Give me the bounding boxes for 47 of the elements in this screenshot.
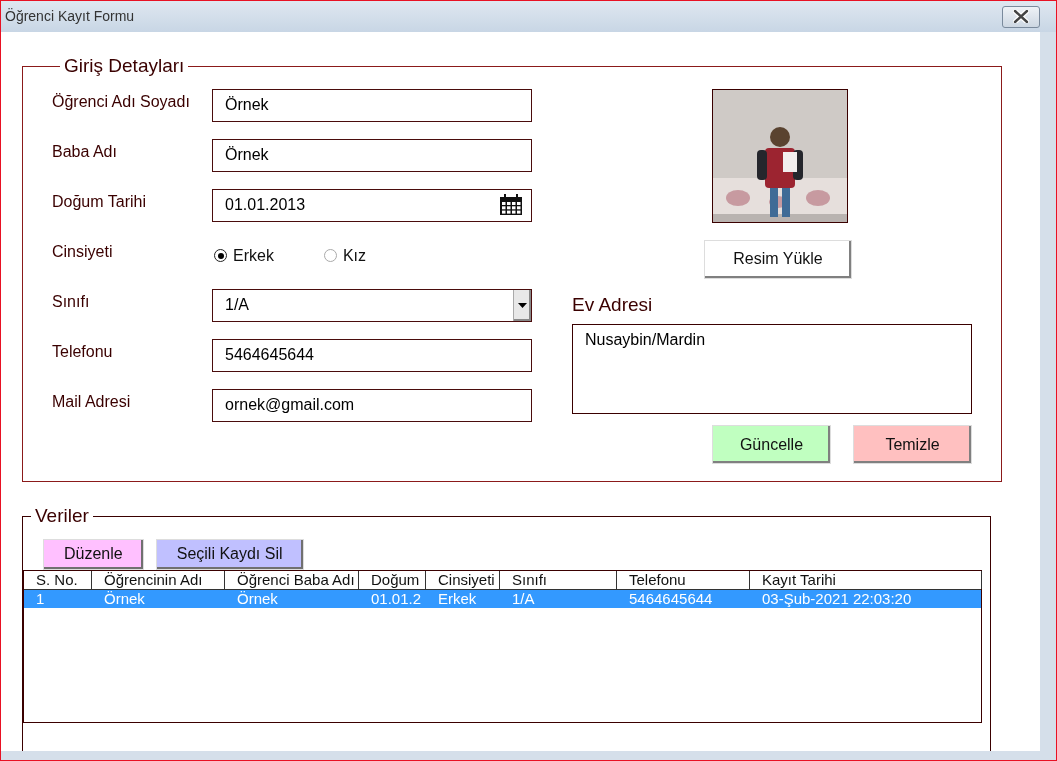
column-header[interactable]: Kayıt Tarihi xyxy=(750,570,982,589)
calendar-icon[interactable] xyxy=(499,194,523,216)
class-dropdown[interactable]: 1/A xyxy=(212,288,532,322)
field-label: Doğum Tarihi xyxy=(52,191,147,212)
field-label: Telefonu xyxy=(52,341,114,362)
group-title: Veriler xyxy=(34,504,90,528)
column-header[interactable]: Doğum xyxy=(359,570,426,589)
group-title: Giriş Detayları xyxy=(63,54,186,78)
action-button[interactable]: Güncelle xyxy=(712,425,831,464)
table-cell-text: Örnek xyxy=(236,589,279,608)
address-field[interactable]: Nusaybin/Mardin xyxy=(572,324,972,414)
table-cell-text: Erkek xyxy=(437,589,478,608)
record-button[interactable]: Düzenle xyxy=(43,538,144,570)
gender-radio[interactable]: Kız xyxy=(323,243,367,268)
field-label: Mail Adresi xyxy=(52,391,132,412)
address-label: Ev Adresi xyxy=(572,292,654,317)
table-cell-text: Örnek xyxy=(103,589,146,608)
upload-button[interactable]: Resim Yükle xyxy=(704,239,852,279)
gender-radio[interactable]: Erkek xyxy=(214,243,274,268)
field-label: Sınıfı xyxy=(52,291,91,312)
close-button[interactable] xyxy=(1002,5,1040,28)
column-header[interactable]: Telefonu xyxy=(617,570,750,589)
date-field[interactable]: 01.01.2013 xyxy=(212,188,532,222)
field-label: Baba Adı xyxy=(52,141,118,162)
field-label: Cinsiyeti xyxy=(52,241,114,262)
date-value: 01.01.2013 xyxy=(225,195,306,215)
record-button[interactable]: Seçili Kaydı Sil xyxy=(155,538,304,570)
dropdown-value: 1/A xyxy=(225,295,249,315)
action-button[interactable]: Temizle xyxy=(853,425,972,464)
table-cell-text: 1/A xyxy=(511,589,536,608)
table-cell-text: 03-Şub-2021 22:03:20 xyxy=(761,589,913,608)
text-field[interactable]: Örnek xyxy=(212,88,532,122)
column-header[interactable]: Öğrencinin Adı xyxy=(92,570,225,589)
text-field[interactable]: ornek@gmail.com xyxy=(212,388,532,422)
column-header[interactable]: Cinsiyeti xyxy=(426,570,500,589)
text-field[interactable]: 5464645644 xyxy=(212,338,532,372)
field-label: Öğrenci Adı Soyadı xyxy=(52,91,191,112)
radio-circle[interactable] xyxy=(214,249,227,262)
table-cell-text: 01.01.2 xyxy=(370,589,423,608)
table-cell-text: 5464645644 xyxy=(628,589,714,608)
table-cell-text: 1 xyxy=(35,589,46,608)
column-header[interactable]: Sınıfı xyxy=(500,570,617,589)
column-header[interactable]: S. No. xyxy=(24,570,92,589)
window-title: Öğrenci Kayıt Formu xyxy=(5,7,135,26)
column-header[interactable]: Öğrenci Baba Adı xyxy=(225,570,359,589)
text-field[interactable]: Örnek xyxy=(212,138,532,172)
close-icon xyxy=(1013,10,1029,23)
